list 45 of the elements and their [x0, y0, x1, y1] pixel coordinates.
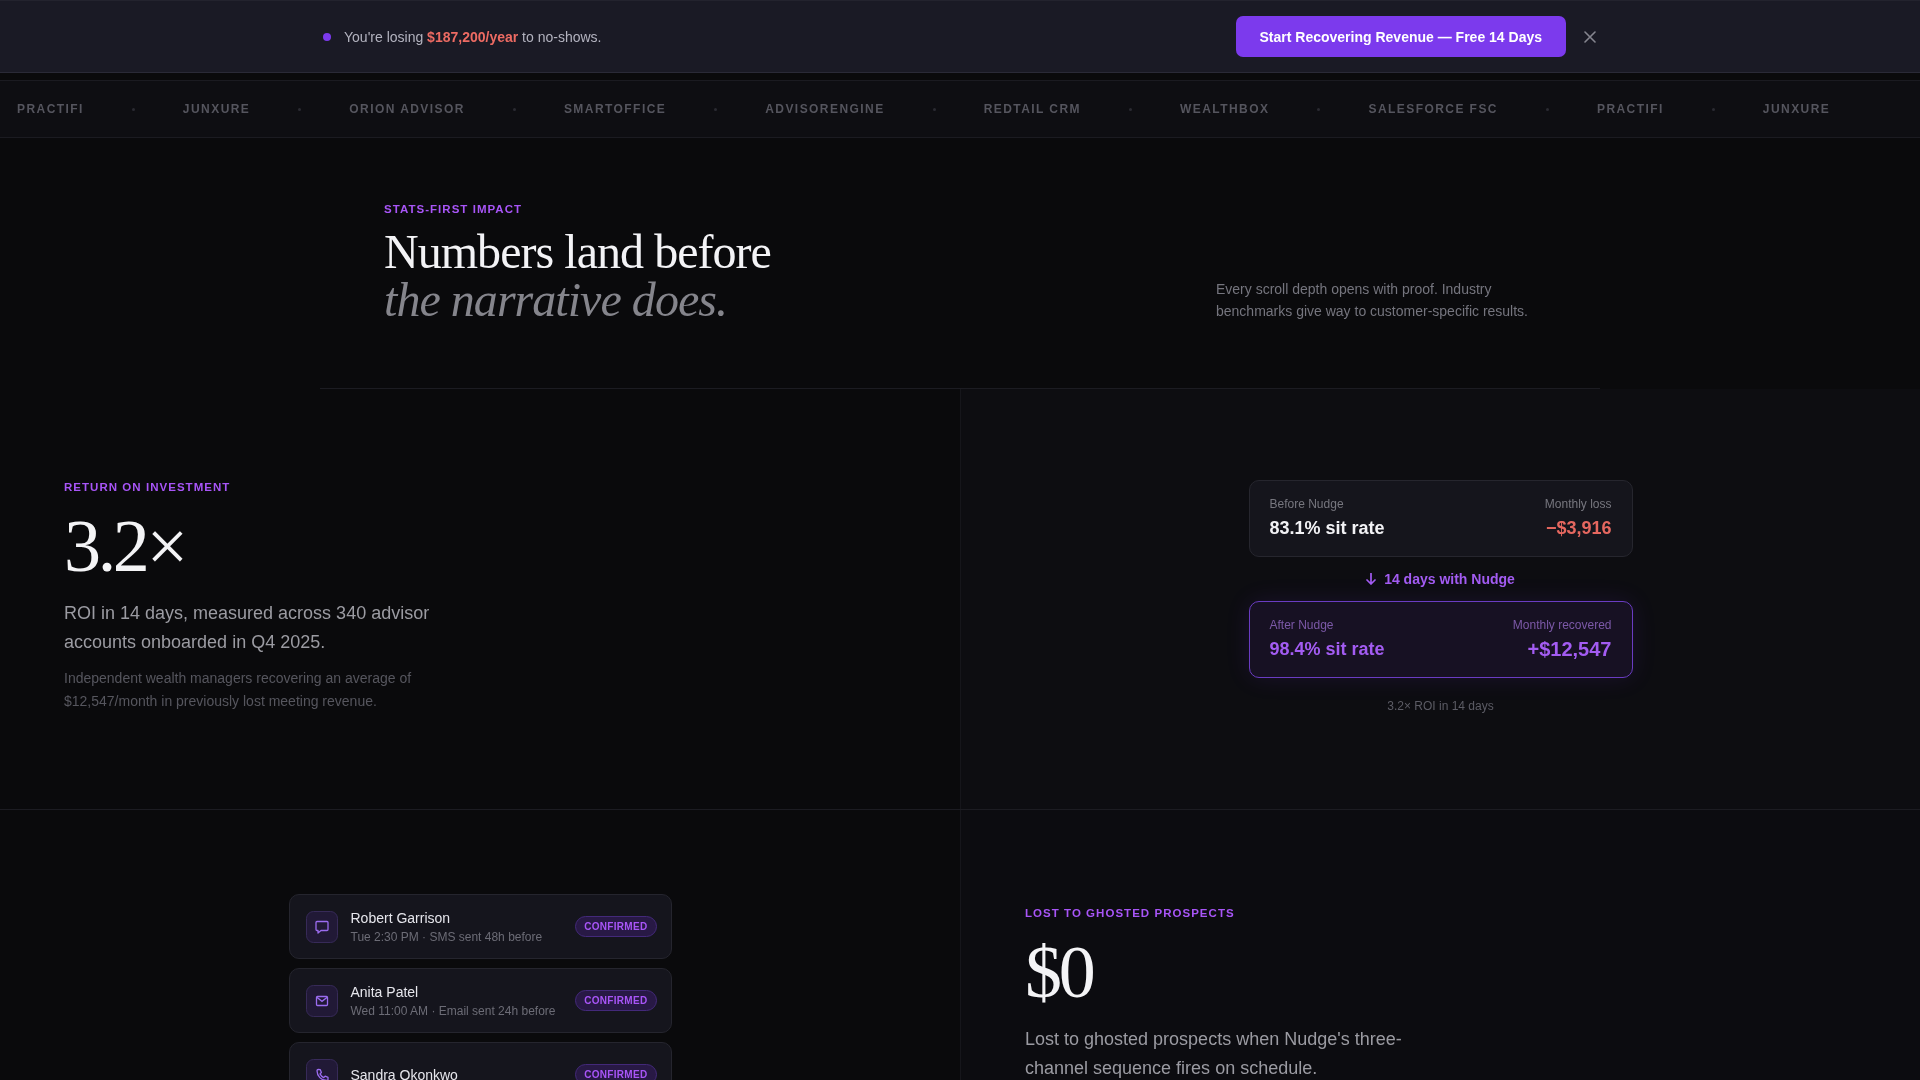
roi-figure: 3.2×: [64, 508, 185, 583]
appointment-detail: Tue 2:30 PM · SMS sent 48h before: [350, 928, 544, 945]
card-value: 98.4% sit rate: [1269, 638, 1385, 661]
card-side-value: +$12,547: [1527, 637, 1612, 661]
roi-note: Independent wealth managers recovering an average of $12,547/month in previously lost meeting revenue.: [64, 668, 413, 711]
contact-name: Robert Garrison: [350, 908, 452, 927]
card-side-label: Monthly recovered: [1512, 617, 1612, 633]
card-label: After Nudge: [1269, 617, 1335, 633]
section-eyebrow: STATS-FIRST IMPACT: [384, 202, 523, 216]
integration-logo: ADVISORENGINE: [765, 102, 885, 116]
loss-description: Lost to ghosted prospects when Nudge's three-channel sequence fires on schedule.: [1025, 1028, 1403, 1080]
roi-summary: ROI in 14 days, measured across 340 advisor accounts onboarded in Q4 2025.: [64, 601, 431, 654]
envelope-icon: [305, 984, 338, 1017]
close-icon: [1584, 30, 1596, 43]
contact-name: Anita Patel: [350, 982, 420, 1001]
integration-logo: PRACTIFI: [17, 102, 84, 116]
transition-label: 14 days with Nudge: [1384, 571, 1515, 587]
integration-logo: WEALTHBOX: [1180, 102, 1270, 116]
status-dot-icon: [323, 32, 331, 41]
roi-caption: 3.2× ROI in 14 days: [1387, 698, 1494, 714]
cta-button[interactable]: Start Recovering Revenue — Free 14 Days: [1235, 16, 1566, 57]
loss-figure: $0: [1025, 935, 1093, 1009]
chat-bubble-icon: [305, 910, 338, 943]
status-badge: CONFIRMED: [575, 916, 657, 937]
integration-logo: JUNXURE: [182, 102, 251, 116]
card-label: Before Nudge: [1269, 496, 1345, 512]
arrow-down-icon: [1366, 573, 1377, 585]
banner-message: You're losing $187,200/year to no-shows.: [344, 28, 602, 45]
appointment-detail: Wed 11:00 AM · Email sent 24h before: [350, 1002, 557, 1019]
card-value: 83.1% sit rate: [1269, 517, 1385, 540]
hero-description: Every scroll depth opens with proof. Industry benchmarks give way to customer-specific results.: [1216, 280, 1529, 321]
hero-heading: Numbers land before the narrative does.: [384, 228, 771, 324]
section-eyebrow: LOST TO GHOSTED PROSPECTS: [1025, 906, 1235, 920]
card-side-label: Monthly loss: [1544, 496, 1612, 512]
status-badge: CONFIRMED: [575, 990, 657, 1011]
contact-name: Sandra Okonkwo: [350, 1065, 459, 1080]
integration-logo: SMARTOFFICE: [563, 102, 667, 116]
integration-logo: PRACTIFI: [1596, 102, 1664, 116]
section-eyebrow: RETURN ON INVESTMENT: [64, 479, 231, 494]
card-side-value: −$3,916: [1545, 517, 1612, 540]
integration-logo: ORION ADVISOR: [349, 102, 465, 116]
integration-logo: SALESFORCE FSC: [1368, 102, 1498, 116]
integration-logo: REDTAIL CRM: [983, 102, 1082, 116]
integration-logo: JUNXURE: [1762, 102, 1831, 116]
status-badge: CONFIRMED: [575, 1064, 657, 1080]
